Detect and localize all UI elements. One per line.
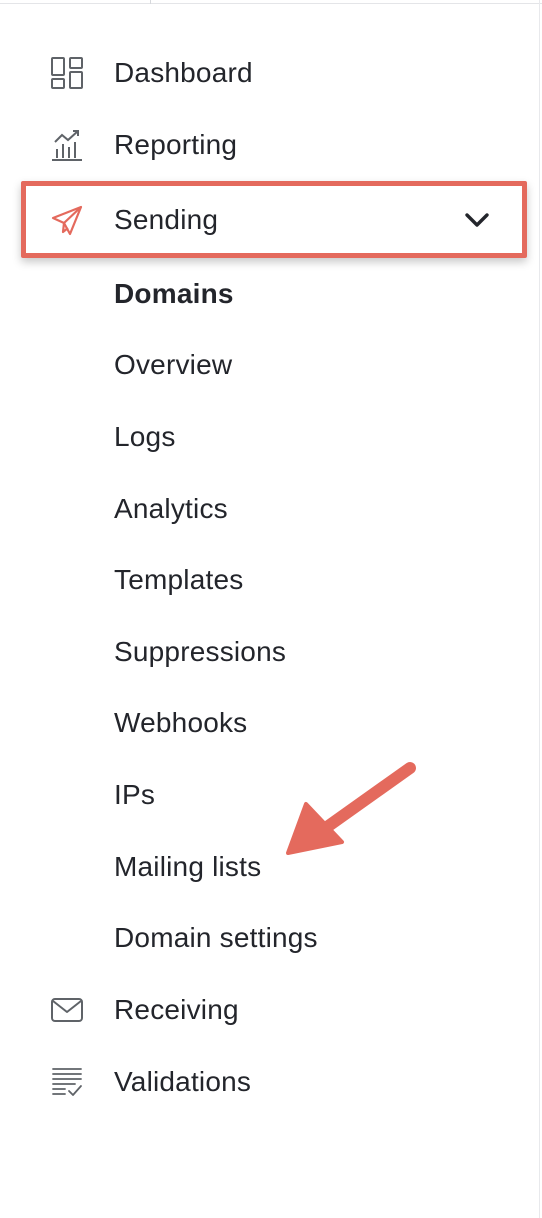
envelope-icon (48, 991, 86, 1029)
subnav-item-analytics[interactable]: Analytics (0, 473, 540, 545)
chart-icon (48, 126, 86, 164)
subnav-item-domain-settings[interactable]: Domain settings (0, 902, 540, 974)
dashboard-grid-icon (48, 54, 86, 92)
subnav-item-label: Webhooks (114, 707, 248, 739)
subnav-item-mailing-lists[interactable]: Mailing lists (0, 831, 540, 903)
subnav-item-suppressions[interactable]: Suppressions (0, 616, 540, 688)
subnav-item-overview[interactable]: Overview (0, 330, 540, 402)
sidebar-item-label: Receiving (114, 993, 239, 1025)
sidebar-item-dashboard[interactable]: Dashboard (0, 37, 540, 109)
sidebar-item-label: Validations (114, 1065, 252, 1097)
sidebar-item-sending[interactable]: Sending (21, 181, 527, 258)
subnav-item-label: Domain settings (114, 922, 318, 954)
subnav-item-templates[interactable]: Templates (0, 544, 540, 616)
subnav-item-label: Suppressions (114, 635, 287, 667)
sidebar-item-label: Reporting (114, 129, 238, 160)
subnav-item-label: Templates (114, 564, 244, 596)
subnav-item-ips[interactable]: IPs (0, 759, 540, 831)
subnav-item-label: Analytics (114, 492, 228, 524)
subnav-item-label: Logs (114, 420, 176, 452)
subnav-item-logs[interactable]: Logs (0, 401, 540, 473)
subnav-item-label: Overview (114, 349, 233, 381)
sidebar-item-label: Dashboard (114, 57, 253, 88)
paper-plane-icon (48, 201, 86, 239)
sidebar-nav: Dashboard Reporting Sending Domains Over… (0, 37, 540, 1118)
top-border (0, 0, 542, 4)
chevron-down-icon[interactable] (462, 205, 492, 235)
subnav-item-label: Domains (114, 277, 234, 309)
subnav-item-domains[interactable]: Domains (0, 258, 540, 330)
top-divider-tick (150, 0, 151, 4)
subnav-item-label: Mailing lists (114, 850, 262, 882)
sidebar-item-label: Sending (114, 203, 219, 235)
sidebar-item-receiving[interactable]: Receiving (0, 974, 540, 1046)
sidebar-item-validations[interactable]: Validations (0, 1046, 540, 1118)
pointer-arrow-icon (286, 762, 416, 855)
subnav-item-webhooks[interactable]: Webhooks (0, 688, 540, 760)
subnav-item-label: IPs (114, 778, 156, 810)
sidebar-item-reporting[interactable]: Reporting (0, 109, 540, 181)
list-check-icon (48, 1063, 86, 1101)
